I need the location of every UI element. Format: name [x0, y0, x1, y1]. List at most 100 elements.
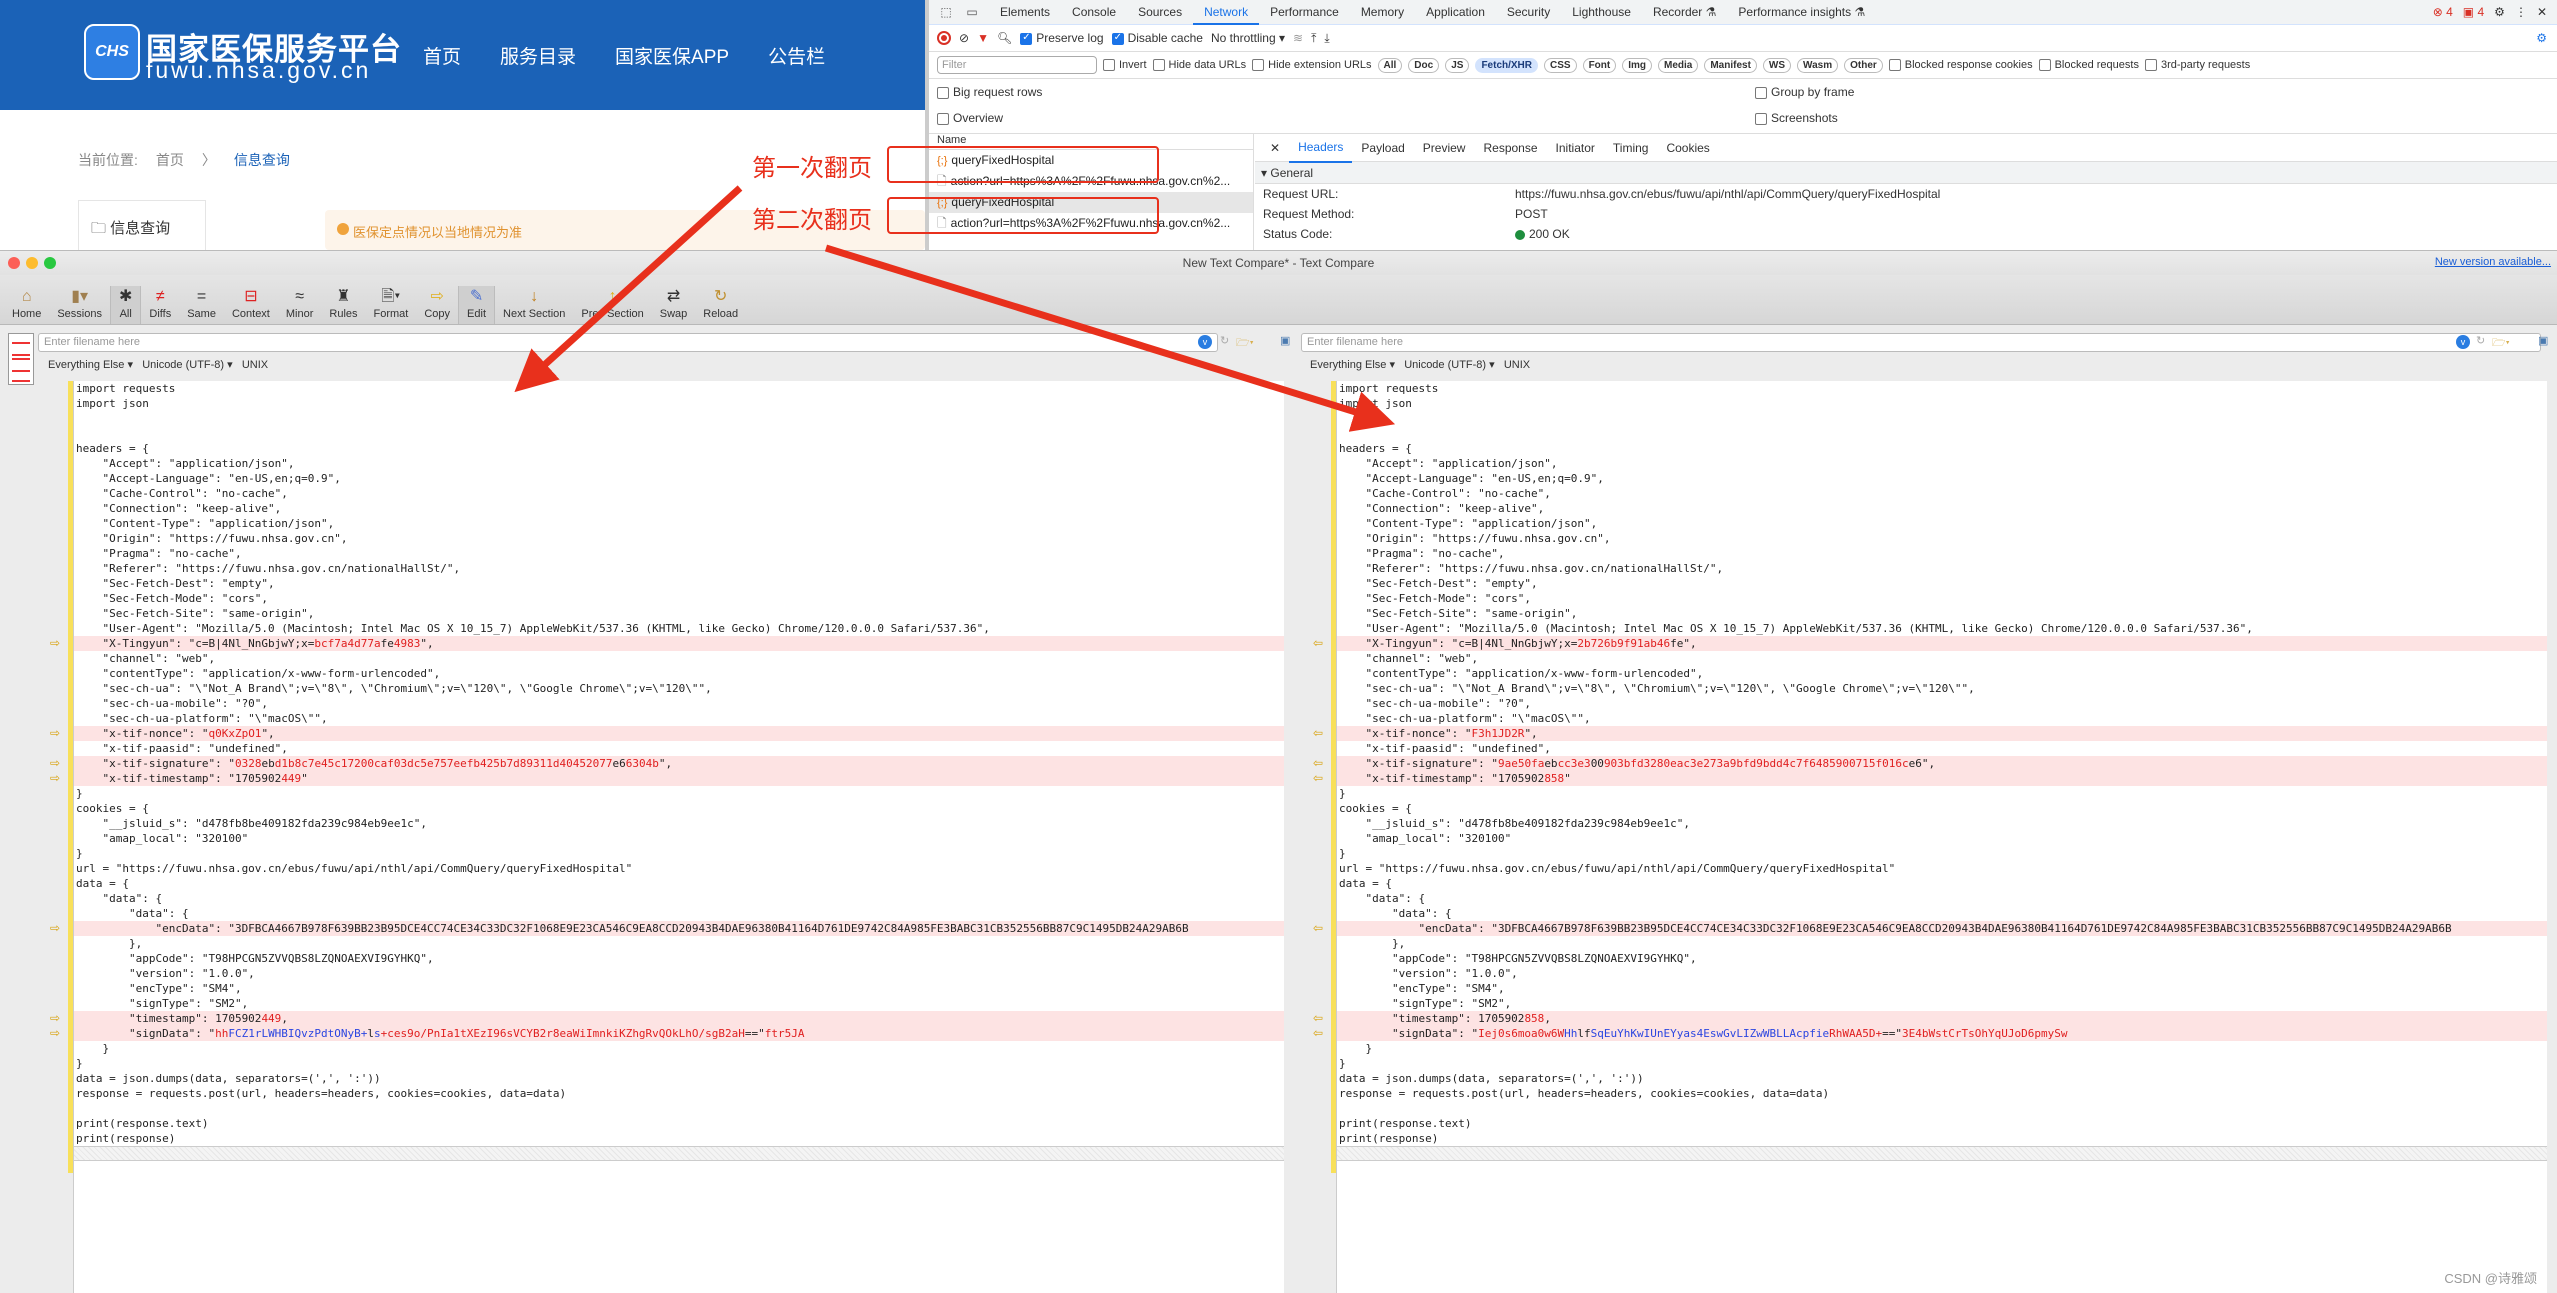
- same-button[interactable]: = Same: [179, 286, 224, 324]
- type-wasm[interactable]: Wasm: [1797, 57, 1839, 73]
- code-line[interactable]: "amap_local": "320100": [1337, 831, 2547, 846]
- code-line[interactable]: import json: [74, 396, 1284, 411]
- code-line[interactable]: [74, 426, 1284, 441]
- code-line[interactable]: "Sec-Fetch-Dest": "empty",: [74, 576, 1284, 591]
- type-js[interactable]: JS: [1445, 57, 1470, 73]
- diff-line[interactable]: "X-Tingyun": "c=B|4Nl_NnGbjwY;x=bcf7a4d7…: [74, 636, 1284, 651]
- code-line[interactable]: print(response): [1337, 1131, 2547, 1146]
- code-line[interactable]: [1337, 411, 2547, 426]
- code-line[interactable]: cookies = {: [1337, 801, 2547, 816]
- code-line[interactable]: "Accept": "application/json",: [74, 456, 1284, 471]
- code-line[interactable]: "Pragma": "no-cache",: [1337, 546, 2547, 561]
- code-line[interactable]: "Content-Type": "application/json",: [1337, 516, 2547, 531]
- tab-preview[interactable]: Preview: [1414, 134, 1475, 162]
- right-copy-arrow-icon[interactable]: ⇦: [1313, 1026, 1323, 1040]
- type-font[interactable]: Font: [1582, 57, 1617, 73]
- code-line[interactable]: "Cache-Control": "no-cache",: [1337, 486, 2547, 501]
- code-line[interactable]: "sec-ch-ua-platform": "\"macOS\"",: [74, 711, 1284, 726]
- code-line[interactable]: "Sec-Fetch-Mode": "cors",: [1337, 591, 2547, 606]
- diff-line[interactable]: "x-tif-timestamp": "1705902858": [1337, 771, 2547, 786]
- filter-input[interactable]: Filter: [937, 56, 1097, 74]
- right-eol-label[interactable]: UNIX: [1504, 359, 1530, 371]
- code-line[interactable]: "Sec-Fetch-Site": "same-origin",: [1337, 606, 2547, 621]
- code-line[interactable]: "Accept": "application/json",: [1337, 456, 2547, 471]
- next-section-button[interactable]: ↓ Next Section: [495, 286, 573, 324]
- breadcrumb-home[interactable]: 首页: [156, 150, 184, 170]
- left-history-dropdown-icon[interactable]: v: [1198, 335, 1212, 349]
- tab-headers[interactable]: Headers: [1289, 133, 1353, 163]
- preserve-log-checkbox[interactable]: Preserve log: [1020, 31, 1104, 45]
- right-copy-arrow-icon[interactable]: ⇦: [1313, 756, 1323, 770]
- code-line[interactable]: print(response.text): [1337, 1116, 2547, 1131]
- code-line[interactable]: "contentType": "application/x-www-form-u…: [74, 666, 1284, 681]
- left-format-select[interactable]: Everything Else ▾: [48, 359, 133, 371]
- format-button[interactable]: 🗎▾ Format: [366, 286, 417, 324]
- all-button[interactable]: ✱ All: [109, 286, 142, 324]
- big-request-rows-checkbox[interactable]: Big request rows: [937, 85, 1042, 99]
- left-text-pane[interactable]: import requests import json headers = { "A…: [74, 381, 1284, 1293]
- left-copy-arrow-icon[interactable]: ⇨: [50, 756, 60, 770]
- right-open-folder-icon[interactable]: 🗁▾: [2492, 334, 2510, 353]
- code-line[interactable]: print(response.text): [74, 1116, 1284, 1131]
- code-line[interactable]: "sec-ch-ua-mobile": "?0",: [74, 696, 1284, 711]
- code-line[interactable]: "Origin": "https://fuwu.nhsa.gov.cn",: [1337, 531, 2547, 546]
- code-line[interactable]: import requests: [1337, 381, 2547, 396]
- search-icon[interactable]: 🔍︎: [997, 31, 1012, 45]
- diff-line[interactable]: "timestamp": 1705902858,: [1337, 1011, 2547, 1026]
- code-line[interactable]: [1337, 1101, 2547, 1116]
- code-line[interactable]: "encType": "SM4",: [74, 981, 1284, 996]
- sessions-button[interactable]: ▮▾ Sessions: [49, 286, 110, 324]
- code-line[interactable]: response = requests.post(url, headers=he…: [74, 1086, 1284, 1101]
- diff-overview-thumbnail[interactable]: [8, 333, 34, 385]
- code-line[interactable]: "data": {: [74, 891, 1284, 906]
- code-line[interactable]: "channel": "web",: [74, 651, 1284, 666]
- code-line[interactable]: "amap_local": "320100": [74, 831, 1284, 846]
- network-settings-icon[interactable]: ⚙: [2536, 31, 2547, 45]
- settings-gear-icon[interactable]: ⚙: [2494, 5, 2505, 19]
- code-line[interactable]: }: [74, 846, 1284, 861]
- code-line[interactable]: data = json.dumps(data, separators=(',',…: [74, 1071, 1284, 1086]
- tab-payload[interactable]: Payload: [1352, 134, 1413, 162]
- type-all[interactable]: All: [1377, 57, 1403, 73]
- code-line[interactable]: response = requests.post(url, headers=he…: [1337, 1086, 2547, 1101]
- type-other[interactable]: Other: [1844, 57, 1883, 73]
- diff-line[interactable]: "timestamp": 1705902449,: [74, 1011, 1284, 1026]
- tab-response[interactable]: Response: [1474, 134, 1546, 162]
- code-line[interactable]: url = "https://fuwu.nhsa.gov.cn/ebus/fuw…: [74, 861, 1284, 876]
- code-line[interactable]: "signType": "SM2",: [74, 996, 1284, 1011]
- code-line[interactable]: "Sec-Fetch-Mode": "cors",: [74, 591, 1284, 606]
- third-party-checkbox[interactable]: 3rd-party requests: [2144, 59, 2250, 72]
- code-line[interactable]: "sec-ch-ua-mobile": "?0",: [1337, 696, 2547, 711]
- copy-button[interactable]: ⇨ Copy: [416, 286, 458, 324]
- code-line[interactable]: "x-tif-paasid": "undefined",: [74, 741, 1284, 756]
- right-encoding-select[interactable]: Unicode (UTF-8) ▾: [1404, 359, 1494, 371]
- code-line[interactable]: "Cache-Control": "no-cache",: [74, 486, 1284, 501]
- left-eol-label[interactable]: UNIX: [242, 359, 268, 371]
- left-copy-arrow-icon[interactable]: ⇨: [50, 771, 60, 785]
- code-line[interactable]: "encType": "SM4",: [1337, 981, 2547, 996]
- type-manifest[interactable]: Manifest: [1704, 57, 1757, 73]
- tab-lighthouse[interactable]: Lighthouse: [1561, 0, 1642, 25]
- context-button[interactable]: ⊟ Context: [224, 286, 278, 324]
- diff-line[interactable]: "x-tif-timestamp": "1705902449": [74, 771, 1284, 786]
- code-line[interactable]: "data": {: [1337, 906, 2547, 921]
- code-line[interactable]: }: [74, 786, 1284, 801]
- tab-sources[interactable]: Sources: [1127, 0, 1193, 25]
- export-har-icon[interactable]: ⤓: [1324, 31, 1329, 46]
- invert-checkbox[interactable]: Invert: [1103, 59, 1147, 72]
- code-line[interactable]: [74, 1101, 1284, 1116]
- left-encoding-select[interactable]: Unicode (UTF-8) ▾: [142, 359, 232, 371]
- diff-line[interactable]: "signData": "hhFCZ1rLWHBIQvzPdtONyB+ls+c…: [74, 1026, 1284, 1041]
- code-line[interactable]: "Referer": "https://fuwu.nhsa.gov.cn/nat…: [74, 561, 1284, 576]
- right-save-icon[interactable]: ▣: [2538, 334, 2548, 347]
- prev-section-button[interactable]: ↑ Prev Section: [573, 286, 651, 324]
- code-line[interactable]: "User-Agent": "Mozilla/5.0 (Macintosh; I…: [74, 621, 1284, 636]
- close-detail-icon[interactable]: ✕: [1261, 134, 1289, 162]
- import-har-icon[interactable]: ⤒: [1311, 31, 1316, 46]
- right-format-select[interactable]: Everything Else ▾: [1310, 359, 1395, 371]
- close-devtools-icon[interactable]: ✕: [2537, 5, 2547, 19]
- tab-performance-insights[interactable]: Performance insights ⚗: [1727, 0, 1876, 25]
- left-copy-arrow-icon[interactable]: ⇨: [50, 921, 60, 935]
- code-line[interactable]: "x-tif-paasid": "undefined",: [1337, 741, 2547, 756]
- tab-elements[interactable]: Elements: [989, 0, 1061, 25]
